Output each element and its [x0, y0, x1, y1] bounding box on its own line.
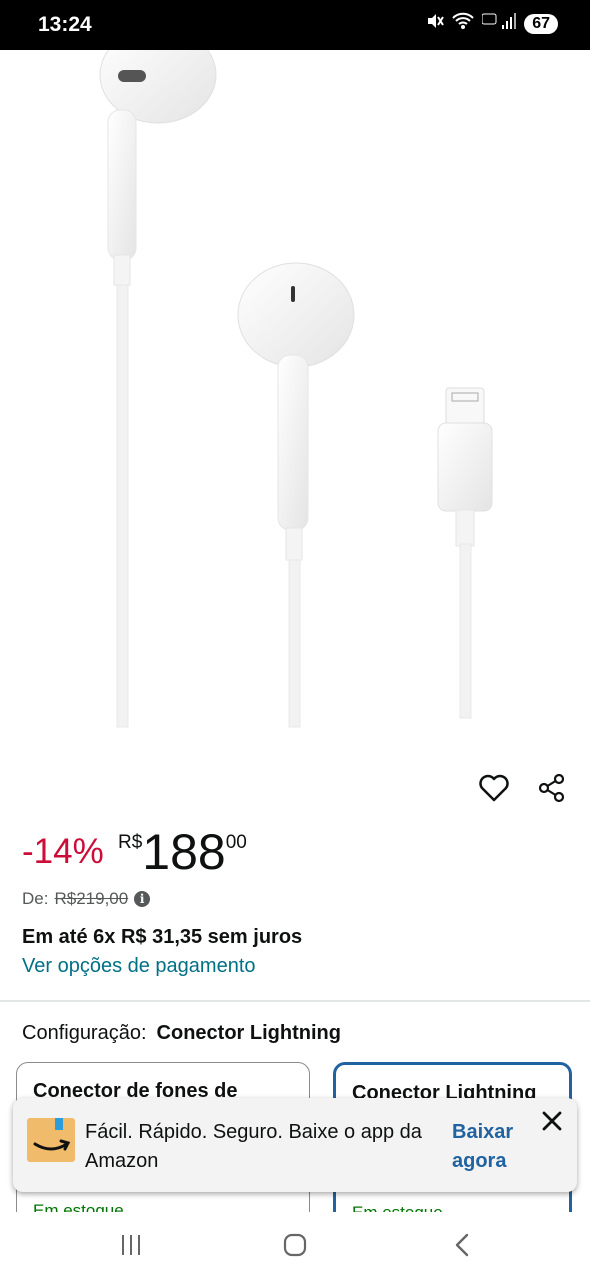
- banner-message: Fácil. Rápido. Seguro. Baixe o app da Am…: [85, 1121, 422, 1172]
- app-download-banner: Fácil. Rápido. Seguro. Baixe o app da Am…: [13, 1098, 577, 1192]
- download-app-link[interactable]: Baixar agora: [452, 1118, 532, 1176]
- list-price-label: De:: [22, 889, 49, 908]
- home-icon[interactable]: [282, 1232, 308, 1263]
- back-icon[interactable]: [450, 1232, 476, 1263]
- status-icons: 67: [426, 12, 558, 35]
- list-price-value: R$219,00: [54, 889, 129, 908]
- info-icon[interactable]: i: [134, 891, 151, 907]
- close-icon[interactable]: [541, 1110, 563, 1132]
- signal-5g-icon: [481, 12, 517, 35]
- amazon-logo-icon: [27, 1116, 75, 1164]
- price-currency: R$: [118, 832, 143, 853]
- navigation-bar: [0, 1212, 590, 1280]
- mute-icon: [426, 12, 445, 35]
- price-whole: 188: [142, 824, 226, 880]
- heart-icon[interactable]: [478, 772, 510, 804]
- configuration-selected: Conector Lightning: [156, 1022, 341, 1044]
- price-fraction: 00: [225, 832, 247, 853]
- wifi-icon: [452, 12, 474, 35]
- divider: [0, 1000, 590, 1002]
- configuration-heading: Configuração: Conector Lightning: [22, 1022, 341, 1045]
- price: R$ 188 00: [118, 824, 247, 880]
- product-image[interactable]: [0, 26, 590, 760]
- payment-options-link[interactable]: Ver opções de pagamento: [22, 955, 256, 978]
- battery-indicator: 67: [524, 13, 558, 34]
- share-icon[interactable]: [536, 772, 568, 804]
- status-bar: 13:24 67: [0, 0, 590, 50]
- installments-text: Em até 6x R$ 31,35 sem juros: [22, 926, 303, 948]
- recent-apps-icon[interactable]: [118, 1232, 144, 1263]
- discount-percentage: -14%: [22, 832, 104, 871]
- product-actions: [478, 772, 568, 804]
- list-price: De: R$219,00 i: [22, 889, 151, 909]
- status-time: 13:24: [38, 13, 92, 36]
- configuration-label: Configuração:: [22, 1022, 147, 1044]
